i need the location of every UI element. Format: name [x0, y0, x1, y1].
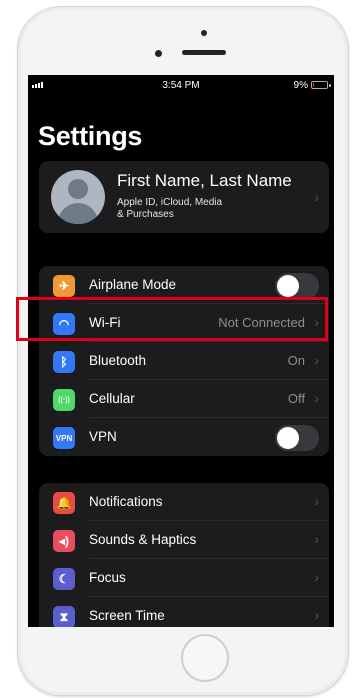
profile-name: First Name, Last Name — [117, 171, 292, 190]
settings-row-bluetooth[interactable]: ᛒ Bluetooth On › — [39, 342, 329, 380]
settings-row-focus[interactable]: ☾ Focus › — [39, 559, 329, 597]
speaker-icon: ◂) — [53, 530, 75, 552]
profile-subtitle-line2: & Purchases — [117, 209, 174, 220]
row-label: Notifications — [89, 494, 163, 509]
profile-subtitle-line1: Apple ID, iCloud, Media — [117, 197, 223, 208]
wifi-highlight-box — [16, 297, 328, 341]
row-value: On — [287, 353, 305, 368]
cellular-antenna-icon: ((·)) — [53, 389, 75, 411]
settings-row-cellular[interactable]: ((·)) Cellular Off › — [39, 380, 329, 418]
row-label: VPN — [89, 429, 117, 444]
chevron-right-icon: › — [314, 189, 319, 205]
row-label: Sounds & Haptics — [89, 532, 197, 547]
battery-icon — [311, 81, 328, 89]
row-value: Off — [287, 391, 305, 406]
hourglass-icon: ⧗ — [53, 606, 75, 627]
battery-percentage: 9% — [293, 80, 308, 91]
toggle-switch[interactable] — [275, 273, 319, 299]
avatar — [51, 170, 105, 224]
general-group: 🔔 Notifications › ◂) Sounds & Haptics › ☾ Focus… — [39, 483, 329, 627]
toggle-knob — [277, 275, 299, 297]
settings-row-sounds-haptics[interactable]: ◂) Sounds & Haptics › — [39, 521, 329, 559]
toggle-knob — [277, 427, 299, 449]
battery-nub — [329, 84, 331, 87]
settings-row-notifications[interactable]: 🔔 Notifications › — [39, 483, 329, 521]
bell-icon: 🔔 — [53, 492, 75, 514]
status-time: 3:54 PM — [162, 80, 200, 91]
connectivity-group: ✈ Airplane Mode ◠ Wi-Fi Not Connected › ᛒ Bluet… — [39, 266, 329, 456]
bluetooth-icon: ᛒ — [53, 351, 75, 373]
chevron-right-icon: › — [314, 607, 319, 623]
chevron-right-icon: › — [314, 569, 319, 585]
chevron-right-icon: › — [314, 352, 319, 368]
earpiece-speaker — [182, 50, 226, 55]
row-label: Focus — [89, 570, 126, 585]
moon-icon: ☾ — [53, 568, 75, 590]
home-button[interactable] — [181, 634, 229, 682]
settings-screen: 3:54 PM 9% Settings First Name, Last Nam… — [28, 75, 334, 627]
settings-row-screen-time[interactable]: ⧗ Screen Time › — [39, 597, 329, 627]
profile-subtitle: Apple ID, iCloud, Media & Purchases — [117, 197, 267, 221]
page-title: Settings — [38, 121, 143, 151]
toggle-switch[interactable] — [275, 425, 319, 451]
row-label: Cellular — [89, 391, 135, 406]
sensor-dot — [201, 30, 207, 36]
row-label: Airplane Mode — [89, 277, 177, 292]
row-label: Screen Time — [89, 608, 165, 623]
status-bar: 3:54 PM 9% — [28, 75, 334, 97]
chevron-right-icon: › — [314, 493, 319, 509]
chevron-right-icon: › — [314, 531, 319, 547]
front-camera — [155, 50, 162, 57]
settings-row-vpn[interactable]: VPN VPN — [39, 418, 329, 456]
airplane-icon: ✈ — [53, 275, 75, 297]
chevron-right-icon: › — [314, 390, 319, 406]
vpn-icon: VPN — [53, 427, 75, 449]
row-label: Bluetooth — [89, 353, 147, 368]
apple-id-profile-row[interactable]: First Name, Last Name Apple ID, iCloud, … — [39, 161, 329, 233]
